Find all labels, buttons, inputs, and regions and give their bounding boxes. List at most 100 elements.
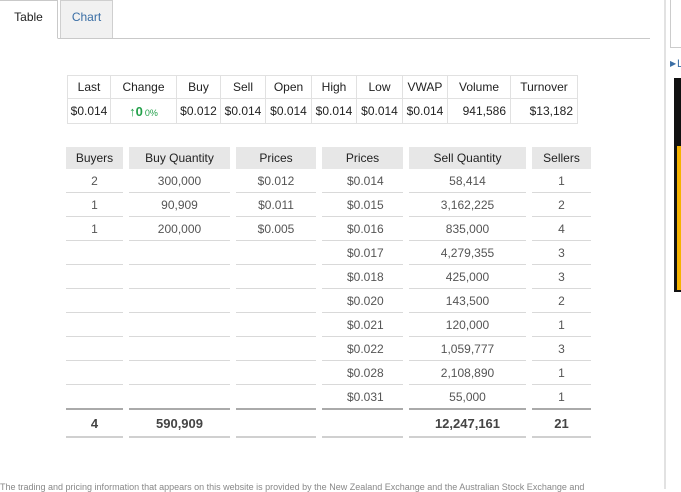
- depth-cell-buyers: [66, 264, 126, 289]
- change-value: 0: [135, 103, 143, 119]
- depth-cell-buy-price: [230, 336, 319, 361]
- depth-cell-sell-price: $0.015: [316, 192, 406, 217]
- depth-total-buyers: 4: [66, 408, 126, 438]
- depth-cell-sell-qty: 120,000: [403, 312, 529, 337]
- depth-cell-sell-qty: 143,500: [403, 288, 529, 313]
- depth-cell-buy-price: $0.012: [230, 169, 319, 193]
- depth-cell-buyers: [66, 336, 126, 361]
- depth-header-buy-prices: Prices: [230, 147, 319, 169]
- table-row: $0.022 1,059,777 3: [66, 336, 591, 361]
- depth-cell-buy-qty: [123, 264, 233, 289]
- depth-cell-buy-price: [230, 312, 319, 337]
- depth-cell-buy-price: [230, 264, 319, 289]
- depth-cell-buy-qty: 300,000: [123, 169, 233, 193]
- table-row: 1 200,000 $0.005 $0.016 835,000 4: [66, 216, 591, 241]
- depth-cell-sell-price: $0.018: [316, 264, 406, 289]
- depth-cell-buy-qty: [123, 288, 233, 313]
- sidebar-top-box: [670, 0, 681, 48]
- table-row: $0.017 4,279,355 3: [66, 240, 591, 265]
- depth-cell-buyers: [66, 360, 126, 385]
- quote-header-volume: Volume: [447, 75, 511, 99]
- depth-cell-sell-qty: 4,279,355: [403, 240, 529, 265]
- quote-buy: $0.012: [176, 98, 221, 124]
- depth-total-empty: [316, 408, 406, 438]
- depth-cell-sellers: 1: [526, 169, 591, 193]
- tab-bar: Table Chart: [0, 0, 650, 39]
- depth-cell-buy-price: [230, 240, 319, 265]
- depth-cell-sellers: 4: [526, 216, 591, 241]
- depth-header-row: Buyers Buy Quantity Prices Prices Sell Q…: [66, 147, 591, 169]
- depth-header-sell-quantity: Sell Quantity: [403, 147, 529, 169]
- table-row: $0.031 55,000 1: [66, 384, 591, 410]
- depth-cell-buyers: [66, 384, 126, 410]
- depth-cell-buyers: [66, 312, 126, 337]
- caret-right-icon: ▶: [670, 59, 677, 68]
- quote-header-vwap: VWAP: [402, 75, 448, 99]
- quote-vwap: $0.014: [402, 98, 448, 124]
- depth-header-sell-prices: Prices: [316, 147, 406, 169]
- depth-cell-sellers: 3: [526, 240, 591, 265]
- depth-total-buy-qty: 590,909: [123, 408, 233, 438]
- depth-header-sellers: Sellers: [526, 147, 591, 169]
- quote-header-turnover: Turnover: [510, 75, 578, 99]
- quote-volume: 941,586: [447, 98, 511, 124]
- quote-sell: $0.014: [220, 98, 266, 124]
- table-row: $0.021 120,000 1: [66, 312, 591, 337]
- quote-header-low: Low: [356, 75, 403, 99]
- depth-cell-buy-qty: 90,909: [123, 192, 233, 217]
- depth-cell-buyers: 1: [66, 192, 126, 217]
- depth-cell-buy-qty: [123, 312, 233, 337]
- depth-cell-sellers: 2: [526, 288, 591, 313]
- depth-cell-buy-price: [230, 288, 319, 313]
- quote-header-high: High: [311, 75, 357, 99]
- depth-cell-buy-qty: [123, 384, 233, 410]
- depth-cell-buy-qty: [123, 360, 233, 385]
- quote-high: $0.014: [311, 98, 357, 124]
- depth-cell-buy-price: [230, 360, 319, 385]
- depth-cell-buy-qty: [123, 240, 233, 265]
- depth-cell-buyers: [66, 240, 126, 265]
- depth-cell-sellers: 1: [526, 360, 591, 385]
- depth-cell-buyers: 2: [66, 169, 126, 193]
- depth-cell-buy-price: [230, 384, 319, 410]
- quote-open: $0.014: [265, 98, 312, 124]
- quote-header-buy: Buy: [176, 75, 221, 99]
- quote-header-row: Last Change Buy Sell Open High Low VWAP …: [67, 75, 578, 99]
- depth-cell-sell-qty: 425,000: [403, 264, 529, 289]
- sidebar-link[interactable]: L: [677, 58, 681, 70]
- change-percent: 0%: [144, 107, 158, 118]
- quote-header-sell: Sell: [220, 75, 266, 99]
- depth-cell-buy-price: $0.011: [230, 192, 319, 217]
- depth-cell-sell-price: $0.016: [316, 216, 406, 241]
- depth-cell-sell-price: $0.028: [316, 360, 406, 385]
- depth-cell-sellers: 3: [526, 264, 591, 289]
- quote-summary-table: Last Change Buy Sell Open High Low VWAP …: [67, 75, 578, 124]
- tab-table[interactable]: Table: [0, 0, 58, 39]
- depth-cell-sell-price: $0.017: [316, 240, 406, 265]
- depth-cell-sell-qty: 58,414: [403, 169, 529, 193]
- depth-total-sell-qty: 12,247,161: [403, 408, 529, 438]
- depth-cell-sell-qty: 2,108,890: [403, 360, 529, 385]
- depth-cell-sell-price: $0.031: [316, 384, 406, 410]
- depth-cell-sellers: 2: [526, 192, 591, 217]
- depth-cell-buy-price: $0.005: [230, 216, 319, 241]
- depth-cell-sell-price: $0.021: [316, 312, 406, 337]
- depth-cell-buy-qty: [123, 336, 233, 361]
- market-depth-table: Buyers Buy Quantity Prices Prices Sell Q…: [66, 147, 591, 438]
- table-row: 2 300,000 $0.012 $0.014 58,414 1: [66, 169, 591, 193]
- depth-total-sellers: 21: [526, 408, 591, 438]
- tab-chart[interactable]: Chart: [60, 0, 113, 38]
- quote-header-change: Change: [110, 75, 177, 99]
- table-row: $0.020 143,500 2: [66, 288, 591, 313]
- depth-cell-sell-qty: 3,162,225: [403, 192, 529, 217]
- depth-cell-sellers: 1: [526, 384, 591, 410]
- table-row: $0.028 2,108,890 1: [66, 360, 591, 385]
- quote-low: $0.014: [356, 98, 403, 124]
- table-row: 1 90,909 $0.011 $0.015 3,162,225 2: [66, 192, 591, 217]
- depth-cell-sell-price: $0.020: [316, 288, 406, 313]
- depth-totals-row: 4 590,909 12,247,161 21: [66, 408, 591, 438]
- depth-cell-sellers: 1: [526, 312, 591, 337]
- depth-cell-sell-price: $0.022: [316, 336, 406, 361]
- depth-cell-sell-qty: 55,000: [403, 384, 529, 410]
- depth-cell-sell-price: $0.014: [316, 169, 406, 193]
